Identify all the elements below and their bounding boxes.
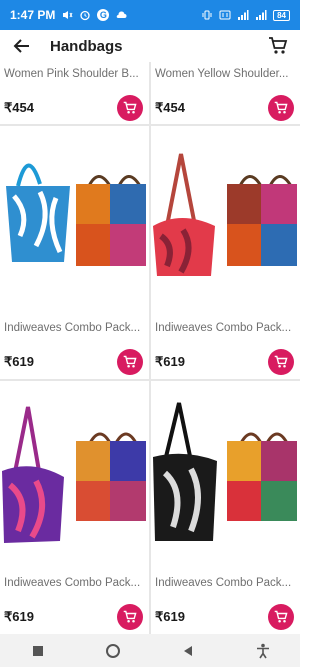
product-image xyxy=(153,153,297,276)
cart-icon xyxy=(123,355,137,368)
back-button[interactable] xyxy=(10,34,34,58)
product-price: ₹619 xyxy=(155,609,185,624)
add-to-cart-button[interactable] xyxy=(268,95,294,121)
add-to-cart-button[interactable] xyxy=(268,349,294,375)
signal-icon-2 xyxy=(256,10,267,20)
add-to-cart-button[interactable] xyxy=(117,95,143,121)
vibrate-icon xyxy=(202,10,212,20)
product-name: Women Pink Shoulder B... xyxy=(4,68,139,80)
google-icon: G xyxy=(97,9,110,21)
alarm-icon xyxy=(80,10,91,21)
product-card[interactable]: Women Pink Shoulder B... ₹454 xyxy=(0,62,149,124)
product-image xyxy=(6,163,146,266)
accessibility-icon xyxy=(256,643,269,658)
add-to-cart-button[interactable] xyxy=(117,349,143,375)
data-icon xyxy=(219,10,231,20)
home-button[interactable] xyxy=(98,639,128,663)
product-card[interactable]: Women Yellow Shoulder... ₹454 xyxy=(151,62,300,124)
product-name: Indiweaves Combo Pack... xyxy=(155,577,292,589)
arrow-left-icon xyxy=(13,39,29,53)
recents-button[interactable] xyxy=(23,639,53,663)
product-image xyxy=(2,406,146,543)
product-card[interactable]: Indiweaves Combo Pack... ₹619 xyxy=(0,126,149,379)
mute-icon xyxy=(63,11,73,19)
add-to-cart-button[interactable] xyxy=(117,604,143,630)
system-nav-bar xyxy=(0,634,300,667)
product-card[interactable]: Indiweaves Combo Pack... ₹619 xyxy=(151,126,300,379)
cloud-icon xyxy=(117,11,127,18)
recents-square-icon xyxy=(32,645,43,656)
cart-icon xyxy=(274,355,288,368)
page-title: Handbags xyxy=(50,37,123,55)
product-name: Indiweaves Combo Pack... xyxy=(4,577,141,589)
product-image xyxy=(153,402,297,541)
product-name: Indiweaves Combo Pack... xyxy=(4,322,141,334)
product-price: ₹454 xyxy=(4,100,34,115)
product-name: Women Yellow Shoulder... xyxy=(155,68,289,80)
product-price: ₹454 xyxy=(155,100,185,115)
cart-icon xyxy=(123,101,137,114)
product-card[interactable]: Indiweaves Combo Pack... ₹619 xyxy=(0,381,149,634)
product-grid: Women Pink Shoulder B... ₹454 Women Yell… xyxy=(0,62,300,634)
status-time: 1:47 PM xyxy=(10,8,56,22)
product-card[interactable]: Indiweaves Combo Pack... ₹619 xyxy=(151,381,300,634)
cart-icon xyxy=(269,37,288,54)
product-price: ₹619 xyxy=(4,354,34,369)
signal-icon xyxy=(238,10,249,20)
accessibility-button[interactable] xyxy=(248,639,278,663)
cart-button[interactable] xyxy=(266,34,290,58)
product-price: ₹619 xyxy=(155,354,185,369)
system-back-button[interactable] xyxy=(173,639,203,663)
product-name: Indiweaves Combo Pack... xyxy=(155,322,292,334)
cart-icon xyxy=(274,101,288,114)
home-circle-icon xyxy=(105,643,120,658)
app-bar: Handbags xyxy=(0,30,300,62)
add-to-cart-button[interactable] xyxy=(268,604,294,630)
cart-icon xyxy=(274,610,288,623)
product-price: ₹619 xyxy=(4,609,34,624)
battery-icon: 84 xyxy=(273,9,290,21)
cart-icon xyxy=(123,610,137,623)
back-triangle-icon xyxy=(183,645,192,656)
status-bar: 1:47 PM G 84 xyxy=(0,0,300,30)
